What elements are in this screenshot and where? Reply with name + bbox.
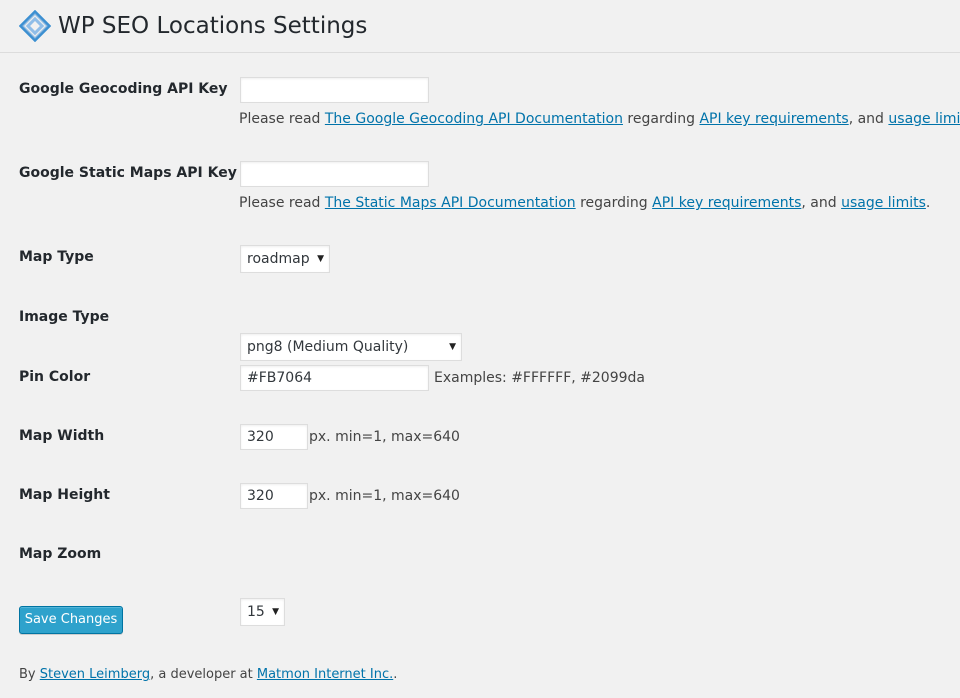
static-maps-description: Please read The Static Maps API Document… <box>239 195 930 211</box>
geocoding-api-key-label: Google Geocoding API Key <box>19 81 228 97</box>
static-maps-api-key-label: Google Static Maps API Key <box>19 165 237 181</box>
desc-text: regarding <box>622 111 700 127</box>
map-zoom-value: 15 <box>247 604 265 620</box>
company-link[interactable]: Matmon Internet Inc. <box>257 667 393 682</box>
map-height-hint: px. min=1, max=640 <box>309 488 460 504</box>
credit-text: . <box>393 667 398 682</box>
author-link[interactable]: Steven Leimberg <box>40 667 150 682</box>
desc-text: Please read <box>239 195 325 211</box>
desc-text: , and <box>848 111 889 127</box>
map-width-hint: px. min=1, max=640 <box>309 429 460 445</box>
desc-text: regarding <box>575 195 653 211</box>
map-height-label: Map Height <box>19 487 110 503</box>
page-title: WP SEO Locations Settings <box>58 13 368 39</box>
credit-text: , a developer at <box>150 667 257 682</box>
geocoding-doc-link[interactable]: The Google Geocoding API Documentation <box>325 111 623 127</box>
geocoding-key-requirements-link[interactable]: API key requirements <box>699 111 848 127</box>
desc-text: . <box>925 195 931 211</box>
static-maps-doc-link[interactable]: The Static Maps API Documentation <box>325 195 576 211</box>
pin-color-examples: Examples: #FFFFFF, #2099da <box>434 370 645 386</box>
credit-text: By <box>19 667 40 682</box>
map-width-input[interactable] <box>240 424 308 450</box>
static-maps-usage-limits-link[interactable]: usage limits <box>841 195 926 211</box>
map-height-input[interactable] <box>240 483 308 509</box>
map-zoom-select[interactable]: 15 ▼ <box>240 598 285 626</box>
map-type-select[interactable]: roadmap ▼ <box>240 245 330 273</box>
plugin-credits: By Steven Leimberg, a developer at Matmo… <box>19 667 397 682</box>
image-type-value: png8 (Medium Quality) <box>247 339 409 355</box>
map-width-label: Map Width <box>19 428 105 444</box>
static-maps-api-key-input[interactable] <box>240 161 429 187</box>
desc-text: Please read <box>239 111 325 127</box>
geocoding-description: Please read The Google Geocoding API Doc… <box>239 111 960 127</box>
geocoding-usage-limits-link[interactable]: usage limits <box>888 111 960 127</box>
map-zoom-label: Map Zoom <box>19 546 102 562</box>
save-changes-button[interactable]: Save Changes <box>19 606 123 634</box>
wp-seo-locations-logo-icon <box>19 10 51 42</box>
map-type-label: Map Type <box>19 249 94 265</box>
page-header: WP SEO Locations Settings <box>0 0 960 53</box>
dropdown-arrow-icon: ▼ <box>317 254 324 264</box>
static-maps-key-requirements-link[interactable]: API key requirements <box>652 195 801 211</box>
geocoding-api-key-input[interactable] <box>240 77 429 103</box>
map-type-value: roadmap <box>247 251 310 267</box>
desc-text: , and <box>801 195 842 211</box>
pin-color-label: Pin Color <box>19 369 91 385</box>
dropdown-arrow-icon: ▼ <box>272 607 279 617</box>
image-type-label: Image Type <box>19 309 110 325</box>
pin-color-input[interactable] <box>240 365 429 391</box>
dropdown-arrow-icon: ▼ <box>449 342 456 352</box>
image-type-select[interactable]: png8 (Medium Quality) ▼ <box>240 333 462 361</box>
